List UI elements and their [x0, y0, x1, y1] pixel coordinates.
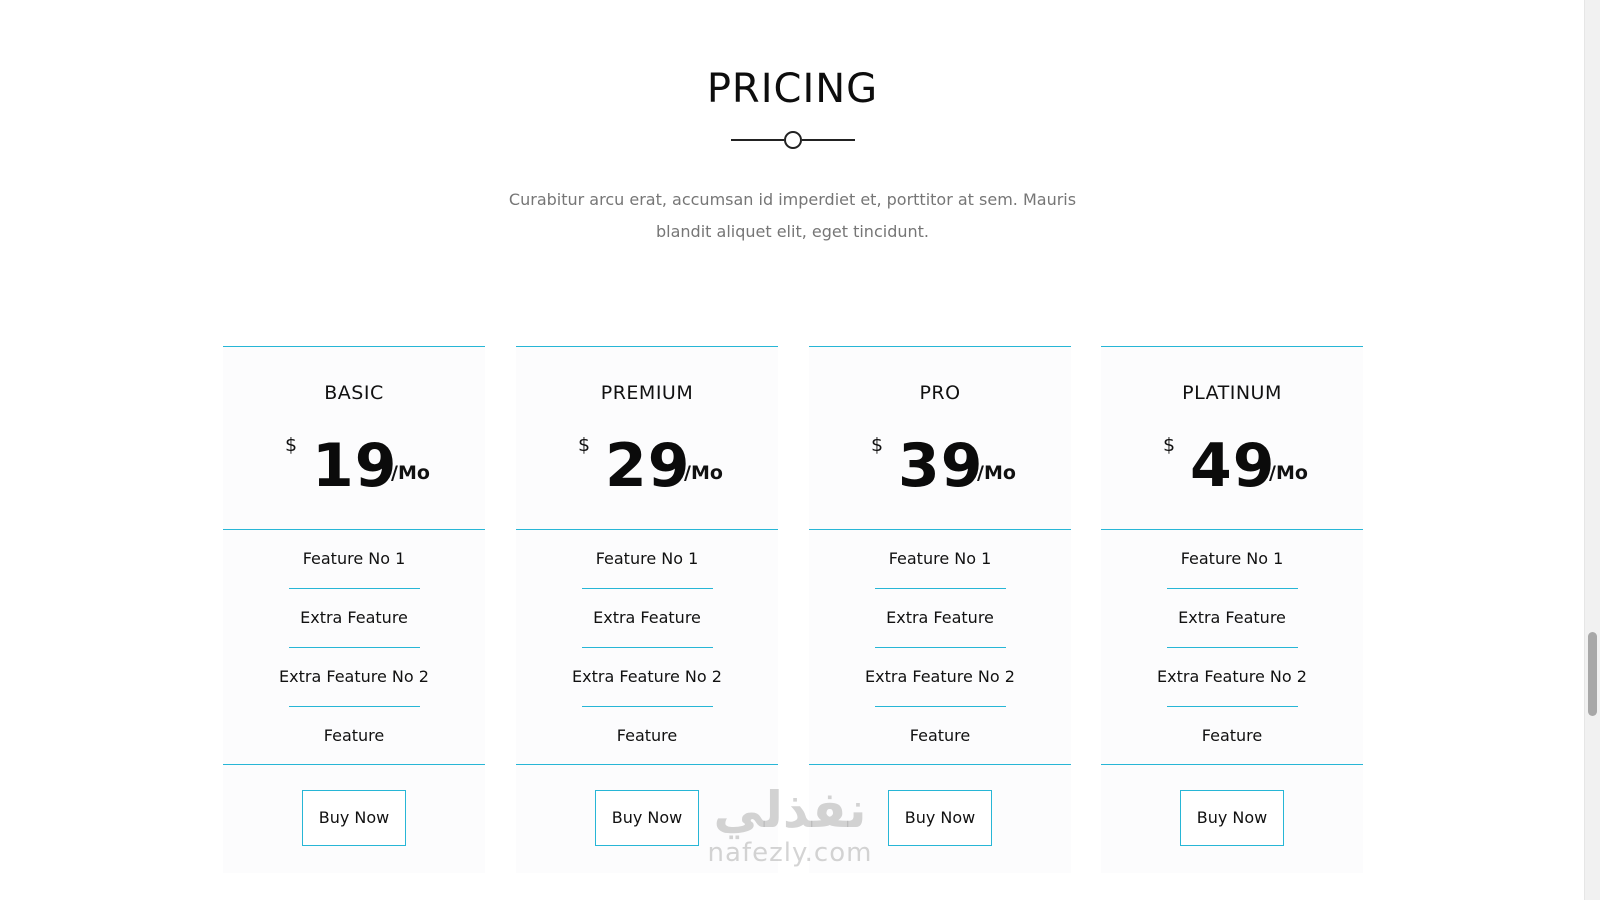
card-top-border — [809, 346, 1071, 347]
scrollbar-thumb[interactable] — [1588, 632, 1597, 716]
feature-item: Extra Feature No 2 — [572, 667, 722, 686]
plan-price: $ 19 /Mo — [223, 426, 485, 506]
feature-item: Feature — [1201, 726, 1263, 745]
feature-item: Feature No 1 — [302, 549, 406, 568]
buy-now-button-basic[interactable]: Buy Now — [302, 790, 406, 846]
feature-item: Feature — [909, 726, 971, 745]
pricing-card-premium: PREMIUM $ 29 /Mo Feature No 1 Extra Feat… — [516, 346, 778, 873]
plan-name: PLATINUM — [1182, 382, 1282, 404]
feature-item: Extra Feature No 2 — [1157, 667, 1307, 686]
plan-name: PREMIUM — [600, 382, 694, 404]
price-currency: $ — [285, 434, 298, 456]
feature-list: Feature No 1 Extra Feature Extra Feature… — [223, 530, 485, 765]
card-top-border — [516, 346, 778, 347]
feature-item: Feature No 1 — [1180, 549, 1284, 568]
section-title: PRICING — [706, 66, 879, 112]
feature-item: Extra Feature — [1178, 608, 1286, 627]
plan-name: BASIC — [324, 382, 384, 404]
pricing-card-platinum: PLATINUM $ 49 /Mo Feature No 1 Extra Fea… — [1101, 346, 1363, 873]
price-amount: 39 — [898, 431, 984, 501]
card-features-divider — [223, 764, 485, 765]
card-features-divider — [516, 764, 778, 765]
price-period: /Mo — [1269, 462, 1308, 484]
feature-item: Extra Feature — [886, 608, 994, 627]
feature-item: Feature No 1 — [888, 549, 992, 568]
feature-list: Feature No 1 Extra Feature Extra Feature… — [516, 530, 778, 765]
card-features-divider — [809, 764, 1071, 765]
price-currency: $ — [578, 434, 591, 456]
pricing-card-pro: PRO $ 39 /Mo Feature No 1 Extra Feature … — [809, 346, 1071, 873]
feature-list: Feature No 1 Extra Feature Extra Feature… — [809, 530, 1071, 765]
feature-item: Feature — [323, 726, 385, 745]
buy-now-button-premium[interactable]: Buy Now — [595, 790, 699, 846]
price-period: /Mo — [391, 462, 430, 484]
buy-now-button-platinum[interactable]: Buy Now — [1180, 790, 1284, 846]
card-top-border — [223, 346, 485, 347]
section-description: Curabitur arcu erat, accumsan id imperdi… — [508, 190, 1077, 241]
feature-item: Extra Feature — [593, 608, 701, 627]
price-amount: 29 — [605, 431, 691, 501]
price-period: /Mo — [977, 462, 1016, 484]
card-top-border — [1101, 346, 1363, 347]
pricing-cards: BASIC $ 19 /Mo Feature No 1 Extra Featur… — [223, 346, 1363, 873]
vertical-scrollbar[interactable] — [1584, 0, 1600, 900]
price-amount: 49 — [1190, 431, 1276, 501]
price-currency: $ — [871, 434, 884, 456]
plan-price: $ 29 /Mo — [516, 426, 778, 506]
plan-price: $ 49 /Mo — [1101, 426, 1363, 506]
feature-item: Extra Feature — [300, 608, 408, 627]
plan-name: PRO — [919, 382, 961, 404]
buy-now-button-pro[interactable]: Buy Now — [888, 790, 992, 846]
feature-item: Feature No 1 — [595, 549, 699, 568]
feature-item: Feature — [616, 726, 678, 745]
feature-item: Extra Feature No 2 — [865, 667, 1015, 686]
pricing-page: PRICING Curabitur arcu erat, accumsan id… — [0, 0, 1600, 900]
price-currency: $ — [1163, 434, 1176, 456]
feature-item: Extra Feature No 2 — [279, 667, 429, 686]
card-features-divider — [1101, 764, 1363, 765]
pricing-card-basic: BASIC $ 19 /Mo Feature No 1 Extra Featur… — [223, 346, 485, 873]
price-period: /Mo — [684, 462, 723, 484]
price-amount: 19 — [312, 431, 398, 501]
circle-divider-icon — [731, 131, 855, 149]
plan-price: $ 39 /Mo — [809, 426, 1071, 506]
feature-list: Feature No 1 Extra Feature Extra Feature… — [1101, 530, 1363, 765]
